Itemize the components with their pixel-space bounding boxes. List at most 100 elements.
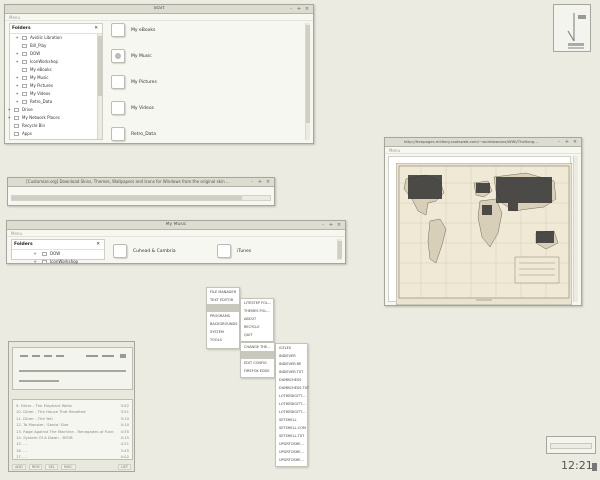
playlist-row[interactable]: 12. To Monster, 'Santa' Size 4:10: [16, 422, 129, 428]
playlist-row[interactable]: 13. Rage Against The Machine - Renegades…: [16, 429, 129, 435]
close-icon[interactable]: ×: [304, 6, 310, 12]
playlist-row[interactable]: 15. ... 4:21: [16, 441, 129, 447]
menu-item[interactable]: SETSHELL: [276, 416, 307, 424]
playlist-row[interactable]: 16. ... 3:45: [16, 448, 129, 454]
minimize-icon[interactable]: -: [288, 6, 294, 12]
folder-icon[interactable]: [217, 244, 231, 258]
maximize-icon[interactable]: +: [564, 139, 570, 145]
menu-item[interactable]: ABOUT: [241, 315, 273, 323]
menu-item[interactable]: TEXT EDITOR: [207, 296, 239, 304]
menu-item[interactable]: UPGRTOSHE...: [276, 456, 307, 464]
menu-item[interactable]: RECYCLE: [241, 323, 273, 331]
tree-item[interactable]: + DOW: [12, 250, 104, 258]
menu-item[interactable]: UPGRTOSHE...: [276, 440, 307, 448]
expand-icon[interactable]: +: [14, 58, 20, 66]
browser-scrollbar[interactable]: [573, 156, 578, 302]
volume-bar[interactable]: [19, 380, 59, 382]
folder-icon[interactable]: [111, 75, 125, 89]
playlist-row[interactable]: 10. Dürer - The House That Revolted 3:51: [16, 409, 129, 415]
scroll-thumb[interactable]: [98, 36, 102, 96]
menu-item[interactable]: FILE MANAGER: [207, 288, 239, 296]
playlist-row[interactable]: 17. ... 4:02: [16, 454, 129, 460]
folder-label[interactable]: Cuhead & Cambria: [133, 249, 176, 254]
tree-item[interactable]: + Avidiic Libration: [10, 34, 102, 42]
expand-icon[interactable]: +: [32, 250, 38, 258]
maximize-icon[interactable]: +: [328, 222, 334, 228]
menu-bar[interactable]: Menu: [5, 14, 313, 21]
menu-item[interactable]: ICELES: [276, 344, 307, 352]
expand-icon[interactable]: +: [32, 258, 38, 266]
minimize-icon[interactable]: -: [320, 222, 326, 228]
menu-item[interactable]: UPGRTOSHE...: [276, 448, 307, 456]
menu-item[interactable]: SYSTEM: [207, 328, 239, 336]
folder-label[interactable]: My eBooks: [131, 28, 155, 33]
playlist-row[interactable]: 9. Dürer - The Elephant Waltz 3:52: [16, 403, 129, 409]
seek-bar[interactable]: [19, 370, 126, 372]
menu-item[interactable]: INDIEVER.TXT: [276, 368, 307, 376]
playlist-rem-button[interactable]: REM: [28, 464, 43, 470]
tray-icon[interactable]: [592, 463, 597, 471]
menu-item[interactable]: LOTHEDIGITT...: [276, 408, 307, 416]
menu-item[interactable]: LOTHEDIGITT...: [276, 392, 307, 400]
tree-item[interactable]: My eBooks: [10, 66, 102, 74]
menu-item[interactable]: LOTHEDIGITT...: [276, 400, 307, 408]
expand-icon[interactable]: +: [14, 82, 20, 90]
tree-item[interactable]: + My Pictures: [10, 82, 102, 90]
content-scrollbar[interactable]: [305, 23, 310, 140]
menu-bar[interactable]: Menu: [7, 230, 345, 237]
scroll-thumb[interactable]: [338, 241, 342, 259]
menu-item[interactable]: FIREFOX EDGE: [241, 367, 274, 375]
tree-item[interactable]: Recycle Bin: [10, 122, 102, 130]
playlist-add-button[interactable]: ADD: [12, 464, 26, 470]
maximize-icon[interactable]: +: [257, 179, 263, 185]
folder-label[interactable]: iTunes: [237, 249, 251, 254]
menu-item[interactable]: QUIT: [241, 331, 273, 339]
horizontal-scrollbar[interactable]: [11, 195, 271, 201]
playlist-sel-button[interactable]: SEL: [45, 464, 58, 470]
explorer-titlebar[interactable]: Start - + ×: [5, 5, 313, 14]
tree-item[interactable]: + IconWorkshop: [12, 258, 104, 266]
folder-label[interactable]: My Music: [131, 54, 152, 59]
menu-bar[interactable]: Menu: [385, 147, 581, 154]
menu-item[interactable]: LITESTEP FOL...: [241, 299, 273, 307]
tree-item[interactable]: Apps: [10, 130, 102, 138]
folder-icon[interactable]: [111, 127, 125, 141]
folder-icon[interactable]: [111, 23, 125, 37]
tree-item[interactable]: + My Network Places: [7, 114, 102, 122]
browser-titlebar[interactable]: http://freepages.military.rootsweb.com/~…: [385, 138, 581, 147]
playlist-list-button[interactable]: LIST: [117, 464, 131, 470]
maximize-icon[interactable]: +: [296, 6, 302, 12]
scroll-thumb[interactable]: [306, 25, 310, 123]
minimize-icon[interactable]: -: [556, 139, 562, 145]
close-icon[interactable]: ×: [572, 139, 578, 145]
minimize-icon[interactable]: -: [249, 179, 255, 185]
tree-item[interactable]: + Drive: [7, 106, 102, 114]
menu-item[interactable]: SETSHELL.COM: [276, 424, 307, 432]
close-icon[interactable]: ×: [336, 222, 342, 228]
folder-icon[interactable]: [111, 101, 125, 115]
folder-icon[interactable]: [111, 49, 125, 63]
menu-item[interactable]: BACKGROUNDS: [207, 320, 239, 328]
menu-item[interactable]: INDIEVER.RE: [276, 360, 307, 368]
menu-item[interactable]: SETSHELL.TXT: [276, 432, 307, 440]
tree-item[interactable]: + Retro_Data: [10, 98, 102, 106]
expand-icon[interactable]: +: [14, 74, 20, 82]
expand-icon[interactable]: +: [14, 34, 20, 42]
close-icon[interactable]: ×: [265, 179, 271, 185]
tree-item[interactable]: + DOW: [10, 50, 102, 58]
close-pane-icon[interactable]: ✕: [96, 240, 100, 250]
expand-icon[interactable]: +: [14, 50, 20, 58]
playlist-row[interactable]: 11. Dürer - The Yeti 3:10: [16, 416, 129, 422]
menu-item[interactable]: EDIT CONFIG: [241, 359, 274, 367]
playlist-misc-button[interactable]: MISC: [60, 464, 76, 470]
menu-item[interactable]: TOOLS: [207, 336, 239, 344]
tree-item[interactable]: + IconWorkshop: [10, 58, 102, 66]
content-scrollbar[interactable]: [337, 239, 342, 260]
menu-item[interactable]: DUMBCHESS.TXT: [276, 384, 309, 392]
expand-icon[interactable]: +: [14, 90, 20, 98]
close-pane-icon[interactable]: ✕: [94, 24, 98, 34]
folder-icon[interactable]: [113, 244, 127, 258]
folder-label[interactable]: My Videos: [131, 106, 154, 111]
menu-item[interactable]: CHANGE THE...: [241, 343, 274, 351]
expand-icon[interactable]: +: [14, 98, 20, 106]
